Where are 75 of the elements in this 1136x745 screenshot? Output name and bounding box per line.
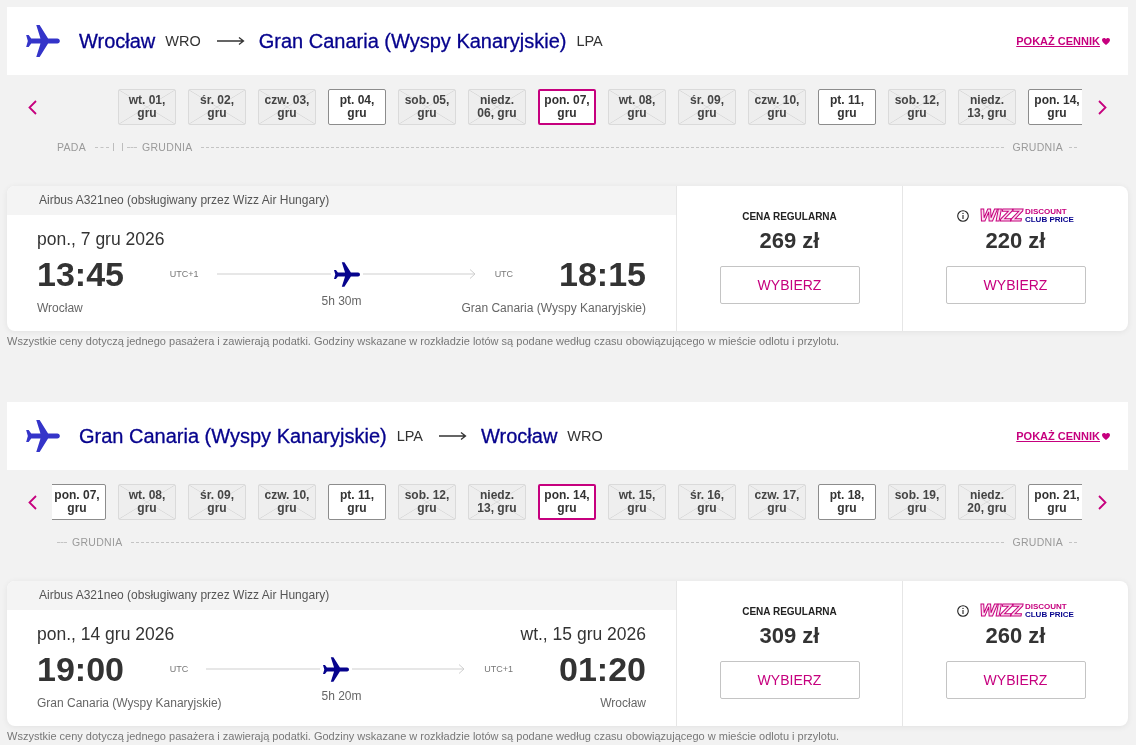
show-prices-link[interactable]: POKAŻ CENNIK <box>1016 430 1110 442</box>
month-label: GRUDNIA <box>72 536 123 548</box>
show-prices-link[interactable]: POKAŻ CENNIK <box>1016 35 1110 47</box>
select-button[interactable]: WYBIERZ <box>945 266 1086 304</box>
info-icon <box>957 210 970 222</box>
departure-date: pon., 7 gru 2026 <box>37 229 165 249</box>
chevron-left-icon <box>27 494 37 510</box>
arrival-place: Gran Canaria (Wyspy Kanaryjskie) <box>461 300 646 316</box>
logo-caption: DISCOUNT <box>1024 603 1068 611</box>
arrival-place: Wrocław <box>600 695 646 711</box>
arrival-time: 01:20 <box>559 650 646 688</box>
fare-price: 260 zł <box>985 623 1046 649</box>
month-label: GRUDNIA <box>1012 141 1063 153</box>
airplane-icon <box>333 261 360 287</box>
fare-label: CENA REGULARNA <box>742 605 837 617</box>
month-label: GRUDNIA <box>142 141 193 153</box>
logo-caption: CLUB PRICE <box>1024 216 1074 224</box>
arrival-date: wt., 15 gru 2026 <box>520 624 646 644</box>
logo-wordmark: WIZZ <box>979 602 1022 620</box>
arrival-time: 18:15 <box>559 255 646 293</box>
date-button[interactable]: pt. 18, gru <box>818 484 876 520</box>
date-button[interactable]: pt. 04, gru <box>328 89 386 125</box>
chevron-left-icon <box>27 99 37 115</box>
logo-caption: CLUB PRICE <box>1024 611 1074 619</box>
select-button[interactable]: WYBIERZ <box>719 661 860 699</box>
departure-time: 13:45 <box>37 255 124 293</box>
logo-caption: DISCOUNT <box>1024 208 1068 216</box>
date-button[interactable]: pt. 11, gru <box>328 484 386 520</box>
aircraft-info-bar: Airbus A321neo (obsługiwany przez Wizz Air Hungary) <box>7 581 676 610</box>
arrow-right-icon <box>439 431 468 441</box>
origin-code: WRO <box>165 33 201 49</box>
airplane-icon <box>323 656 350 682</box>
select-button[interactable]: WYBIERZ <box>945 661 1086 699</box>
date-button[interactable]: pon. 14, gru <box>538 484 596 520</box>
departure-timezone: UTC+1 <box>169 269 199 279</box>
airplane-icon <box>26 420 60 452</box>
info-icon <box>957 605 970 617</box>
arrival-timezone: UTC <box>494 269 514 279</box>
destination-code: LPA <box>576 33 603 49</box>
date-button[interactable]: pon. 07, gru <box>538 89 596 125</box>
date-button[interactable]: pon. 07, gru <box>52 484 106 520</box>
chevron-right-icon <box>1097 494 1107 510</box>
fare-price: 269 zł <box>759 228 820 254</box>
departure-place: Gran Canaria (Wyspy Kanaryjskie) <box>37 695 222 711</box>
destination-code: WRO <box>567 428 603 444</box>
fare-price: 309 zł <box>759 623 820 649</box>
heart-icon <box>1102 432 1110 440</box>
origin-code: LPA <box>396 428 424 444</box>
aircraft-info-bar: Airbus A321neo (obsługiwany przez Wizz Air Hungary) <box>7 186 676 215</box>
heart-icon <box>1102 37 1110 45</box>
chevron-right-icon <box>1097 99 1107 115</box>
fare-label: CENA REGULARNA <box>742 210 837 222</box>
price-note: Wszystkie ceny dotyczą jednego pasażera i zawierają podatki. Godziny wskazane w rozkładzie lotów są podane według czasu obowiązującego w mieście odlotu i przylotu. <box>7 335 841 347</box>
destination-city: Wrocław <box>481 424 558 448</box>
date-button[interactable]: pon. 21, gru <box>1028 484 1082 520</box>
month-label: PADA <box>57 141 86 153</box>
arrival-timezone: UTC+1 <box>484 664 514 674</box>
origin-city: Wrocław <box>79 29 156 53</box>
flight-duration: 5h 30m <box>321 293 362 309</box>
month-label: GRUDNIA <box>1012 536 1063 548</box>
flight-duration: 5h 20m <box>321 688 362 704</box>
arrow-right-icon <box>216 36 245 46</box>
airplane-icon <box>26 25 60 57</box>
fare-price: 220 zł <box>985 228 1046 254</box>
destination-city: Gran Canaria (Wyspy Kanaryjskie) <box>258 29 567 53</box>
logo-wordmark: WIZZ <box>979 207 1022 225</box>
select-button[interactable]: WYBIERZ <box>719 266 860 304</box>
origin-city: Gran Canaria (Wyspy Kanaryjskie) <box>79 424 387 448</box>
price-note: Wszystkie ceny dotyczą jednego pasażera i zawierają podatki. Godziny wskazane w rozkładzie lotów są podane według czasu obowiązującego w mieście odlotu i przylotu. <box>7 730 841 742</box>
departure-place: Wrocław <box>37 300 83 316</box>
departure-timezone: UTC <box>169 664 189 674</box>
departure-time: 19:00 <box>37 650 124 688</box>
date-button[interactable]: pt. 11, gru <box>818 89 876 125</box>
date-button[interactable]: pon. 14, gru <box>1028 89 1082 125</box>
departure-date: pon., 14 gru 2026 <box>37 624 175 644</box>
